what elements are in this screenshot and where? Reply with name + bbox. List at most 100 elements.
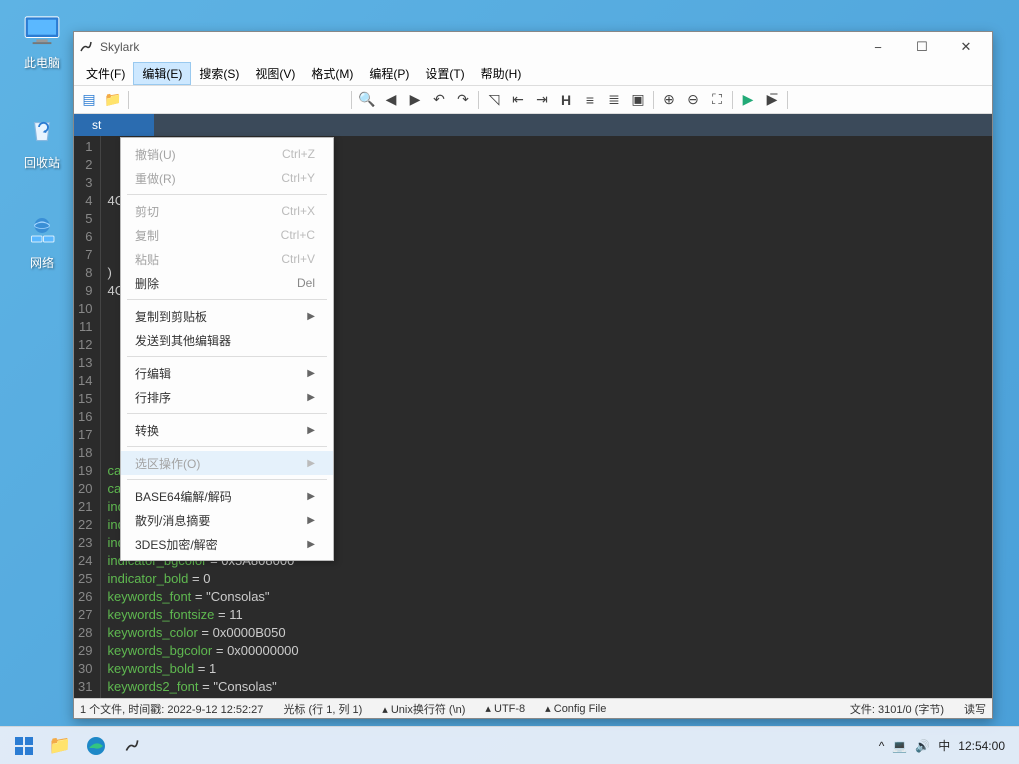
menubar: 文件(F)编辑(E)搜索(S)视图(V)格式(M)编程(P)设置(T)帮助(H) xyxy=(74,62,992,86)
menu-item-label: 复制到剪贴板 xyxy=(135,308,307,325)
menu-item[interactable]: 散列/消息摘要▶ xyxy=(121,508,333,532)
toolbar-separator xyxy=(351,91,352,109)
tray-network-icon[interactable]: 💻 xyxy=(892,739,907,753)
submenu-arrow-icon: ▶ xyxy=(307,491,315,502)
tray-volume-icon[interactable]: 🔊 xyxy=(915,739,930,753)
menu-item-label: 散列/消息摘要 xyxy=(135,512,307,529)
menu-shortcut: Ctrl+V xyxy=(281,252,315,266)
redo-icon[interactable]: ↷ xyxy=(452,89,474,111)
new-file-icon[interactable]: ▤ xyxy=(78,89,100,111)
menu-item[interactable]: 转换▶ xyxy=(121,418,333,442)
prev-icon[interactable]: ◀ xyxy=(380,89,402,111)
menu-item-0[interactable]: 文件(F) xyxy=(78,62,133,85)
menu-separator xyxy=(127,194,327,195)
menu-item-6[interactable]: 设置(T) xyxy=(417,62,472,85)
menu-item-label: 转换 xyxy=(135,422,307,439)
close-button[interactable]: ✕ xyxy=(944,33,988,61)
menu-item: 重做(R)Ctrl+Y xyxy=(121,166,333,190)
desktop-icon-recycle-bin[interactable]: 回收站 xyxy=(12,110,72,171)
menu-item-1[interactable]: 编辑(E) xyxy=(133,62,191,85)
menu-shortcut: Ctrl+X xyxy=(281,204,315,218)
explorer-icon[interactable]: 📁 xyxy=(42,731,78,761)
goto-icon[interactable]: ⇤ xyxy=(507,89,529,111)
desktop-icon-label: 此电脑 xyxy=(12,54,72,71)
menu-item-2[interactable]: 搜索(S) xyxy=(191,62,247,85)
start-button[interactable] xyxy=(6,731,42,761)
network-icon xyxy=(22,210,62,250)
menu-shortcut: Ctrl+Z xyxy=(282,147,315,161)
menu-separator xyxy=(127,356,327,357)
status-newline: ▴ Unix换行符 (\n) xyxy=(382,701,465,717)
menu-item-label: 复制 xyxy=(135,227,281,244)
titlebar[interactable]: Skylark − ☐ ✕ xyxy=(74,32,992,62)
edit-menu-dropdown: 撤销(U)Ctrl+Z重做(R)Ctrl+Y剪切Ctrl+X复制Ctrl+C粘贴… xyxy=(120,137,334,561)
menu-item[interactable]: 发送到其他编辑器 xyxy=(121,328,333,352)
next-icon[interactable]: ▶ xyxy=(404,89,426,111)
file-tab[interactable]: st xyxy=(74,114,154,136)
menu-item[interactable]: 删除Del xyxy=(121,271,333,295)
desktop-icon-network[interactable]: 网络 xyxy=(12,210,72,271)
app-window: Skylark − ☐ ✕ 文件(F)编辑(E)搜索(S)视图(V)格式(M)编… xyxy=(73,31,993,719)
menu-item-4[interactable]: 格式(M) xyxy=(303,62,361,85)
submenu-arrow-icon: ▶ xyxy=(307,539,315,550)
status-file-info: 1 个文件, 时间戳: 2022-9-12 12:52:27 xyxy=(80,701,263,717)
heading-icon[interactable]: H xyxy=(555,89,577,111)
tab-bar: st xyxy=(74,114,992,136)
indent-icon[interactable]: ≡ xyxy=(579,89,601,111)
menu-item[interactable]: BASE64编解/解码▶ xyxy=(121,484,333,508)
menu-item-label: BASE64编解/解码 xyxy=(135,488,307,505)
menu-item-label: 撤销(U) xyxy=(135,146,282,163)
submenu-arrow-icon: ▶ xyxy=(307,425,315,436)
submenu-arrow-icon: ▶ xyxy=(307,368,315,379)
undo-icon[interactable]: ↶ xyxy=(428,89,450,111)
menu-item: 剪切Ctrl+X xyxy=(121,199,333,223)
menu-item-5[interactable]: 编程(P) xyxy=(361,62,417,85)
zoom-in-icon[interactable]: ⊕ xyxy=(658,89,680,111)
menu-item-label: 重做(R) xyxy=(135,170,281,187)
run-icon[interactable]: ▶ xyxy=(737,89,759,111)
goto2-icon[interactable]: ⇥ xyxy=(531,89,553,111)
toolbar-separator xyxy=(478,91,479,109)
skylark-taskbar-icon[interactable] xyxy=(114,731,150,761)
tray-ime[interactable]: 中 xyxy=(938,737,950,754)
outdent-icon[interactable]: ≣ xyxy=(603,89,625,111)
terminal-icon[interactable]: ▶̅ xyxy=(761,89,783,111)
edge-icon[interactable] xyxy=(78,731,114,761)
line-gutter: 1234567891011121314151617181920212223242… xyxy=(74,136,101,698)
menu-separator xyxy=(127,479,327,480)
menu-item-7[interactable]: 帮助(H) xyxy=(473,62,530,85)
status-encoding: ▴ UTF-8 xyxy=(485,702,525,715)
menu-item[interactable]: 复制到剪贴板▶ xyxy=(121,304,333,328)
menu-item[interactable]: 行排序▶ xyxy=(121,385,333,409)
search-icon[interactable]: 🔍 xyxy=(356,89,378,111)
recycle-bin-icon xyxy=(22,110,62,150)
submenu-arrow-icon: ▶ xyxy=(307,458,315,469)
menu-separator xyxy=(127,413,327,414)
taskbar[interactable]: 📁 ^ 💻 🔊 中 12:54:00 xyxy=(0,726,1019,764)
toolbar-separator xyxy=(128,91,129,109)
open-folder-icon[interactable]: 📁 xyxy=(102,89,124,111)
menu-item-label: 行编辑 xyxy=(135,365,307,382)
desktop-icon-this-pc[interactable]: 此电脑 xyxy=(12,10,72,71)
menu-item[interactable]: 行编辑▶ xyxy=(121,361,333,385)
menu-shortcut: Del xyxy=(297,276,315,290)
menu-item-3[interactable]: 视图(V) xyxy=(247,62,303,85)
toolbar-separator xyxy=(653,91,654,109)
menu-item: 撤销(U)Ctrl+Z xyxy=(121,142,333,166)
fullscreen-icon[interactable]: ⛶ xyxy=(706,89,728,111)
app-icon xyxy=(78,39,94,55)
zoom-out-icon[interactable]: ⊖ xyxy=(682,89,704,111)
menu-item[interactable]: 3DES加密/解密▶ xyxy=(121,532,333,556)
menu-item-label: 粘贴 xyxy=(135,251,281,268)
submenu-arrow-icon: ▶ xyxy=(307,392,315,403)
toolbar-separator xyxy=(732,91,733,109)
menu-item-label: 行排序 xyxy=(135,389,307,406)
submenu-arrow-icon: ▶ xyxy=(307,311,315,322)
status-cursor: 光标 (行 1, 列 1) xyxy=(283,701,362,717)
bookmark-icon[interactable]: ◹ xyxy=(483,89,505,111)
toggle-icon[interactable]: ▣ xyxy=(627,89,649,111)
tray-chevron-icon[interactable]: ^ xyxy=(879,739,885,753)
minimize-button[interactable]: − xyxy=(856,33,900,61)
tray-clock[interactable]: 12:54:00 xyxy=(958,739,1005,753)
maximize-button[interactable]: ☐ xyxy=(900,33,944,61)
